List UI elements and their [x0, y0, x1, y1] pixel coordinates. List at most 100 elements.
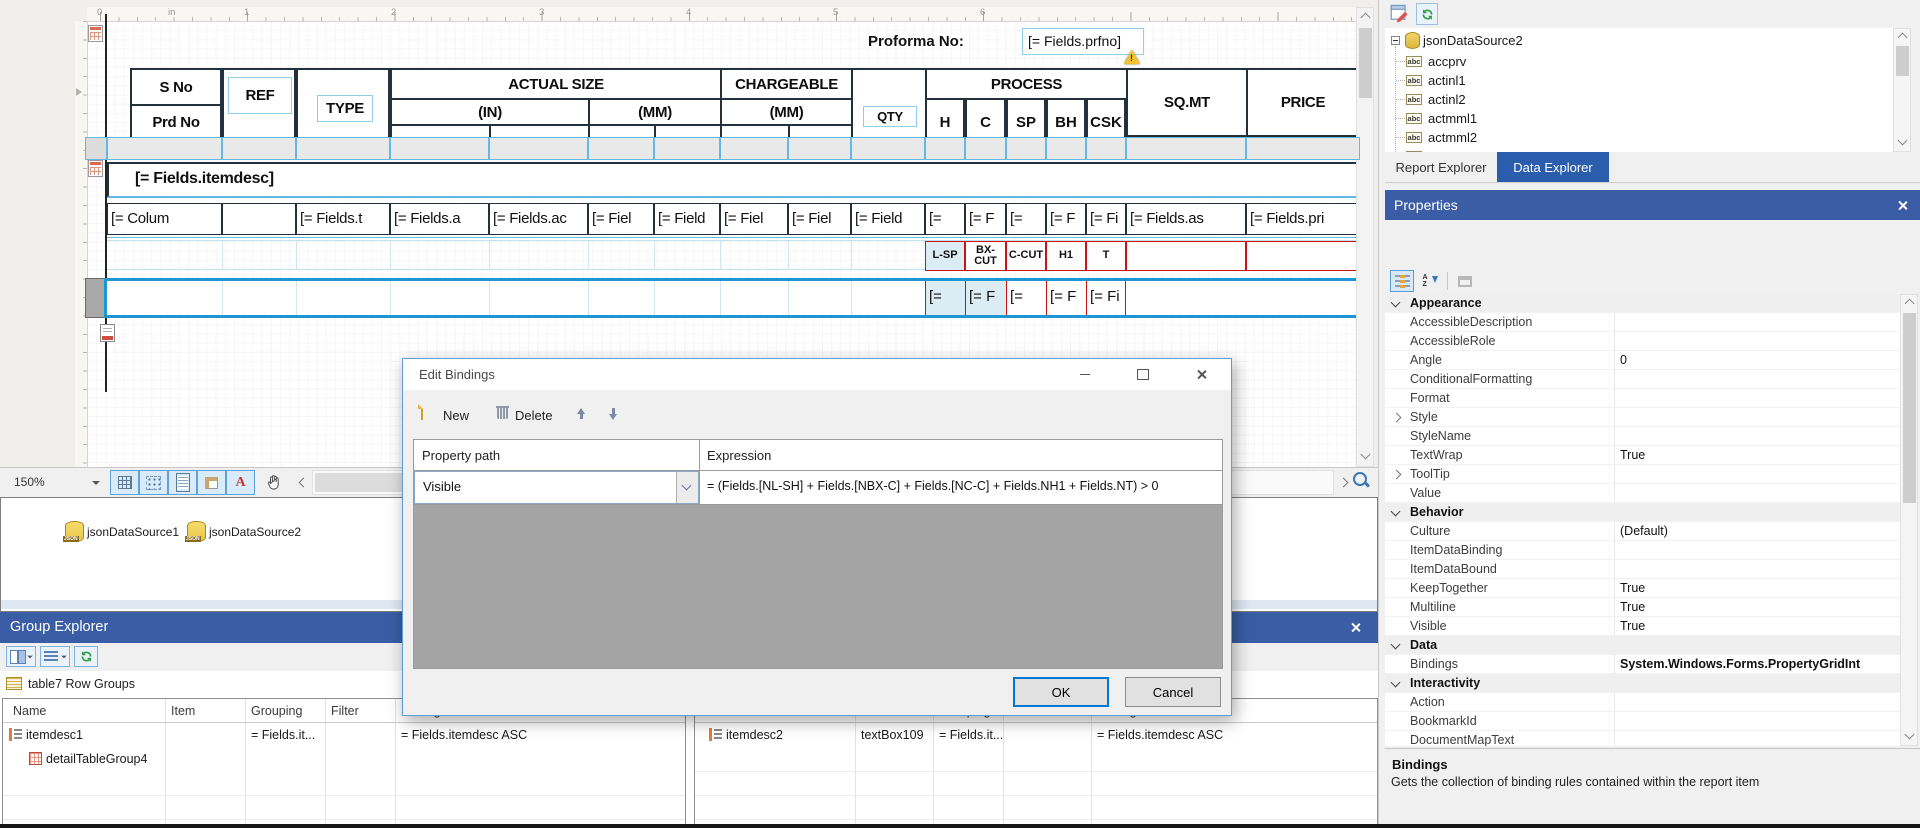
header-cell-chargeable-mm[interactable]: (MM) [720, 98, 853, 126]
process-tag-cell[interactable]: T [1086, 241, 1126, 271]
close-button[interactable] [1179, 359, 1223, 390]
property-row[interactable]: Value [1385, 484, 1900, 503]
qty-textbox[interactable]: QTY [863, 106, 917, 127]
new-button[interactable]: New [443, 408, 469, 423]
property-value[interactable]: True [1620, 446, 1898, 464]
band-cell[interactable] [489, 137, 588, 160]
property-value[interactable]: (Default) [1620, 522, 1898, 540]
zoom-level[interactable]: 150% [14, 475, 45, 489]
table-row[interactable]: itemdesc2textBox109= Fields.it...= Field… [695, 723, 1377, 747]
process-tag-cell[interactable]: H1 [1046, 241, 1086, 271]
property-row[interactable]: Culture(Default) [1385, 522, 1900, 541]
zoom-magnifier-icon[interactable] [1352, 470, 1370, 490]
minimize-button[interactable] [1063, 359, 1107, 390]
detail-cell[interactable]: [= Colum [107, 203, 222, 235]
band-cell[interactable] [788, 137, 851, 160]
scrollbar-thumb[interactable] [1903, 313, 1916, 503]
property-row[interactable]: Angle0 [1385, 351, 1900, 370]
band-cell[interactable] [222, 137, 296, 160]
datasource-item[interactable]: jsonDataSource1 [87, 525, 179, 539]
columns-view-button[interactable] [6, 646, 36, 667]
detail-cell[interactable]: [= Fields.as [1126, 203, 1246, 235]
detail-cell[interactable]: [= Fi [1086, 203, 1126, 235]
band-cell[interactable] [107, 137, 222, 160]
row-groups-table[interactable]: NameItemGroupingFilterSortingitemdesc1= … [2, 698, 686, 826]
detail-cell[interactable]: [= [1006, 203, 1046, 235]
band-cell[interactable] [851, 137, 925, 160]
header-cell-price[interactable]: PRICE [1246, 68, 1360, 137]
column-header-item[interactable]: Item [171, 699, 195, 723]
property-category-row[interactable]: Appearance [1385, 294, 1900, 313]
property-value[interactable]: True [1620, 617, 1898, 635]
warning-icon[interactable]: ! [1124, 50, 1140, 64]
tree-expander-icon[interactable] [1391, 36, 1400, 45]
alphabetical-button[interactable]: AZ [1418, 270, 1442, 292]
property-category-row[interactable]: Data [1385, 636, 1900, 655]
proforma-label[interactable]: Proforma No: [868, 33, 964, 50]
detail-cell[interactable]: [= F [1046, 203, 1086, 235]
process-tag-cell[interactable]: C-CUT [1006, 241, 1046, 271]
column-header-grouping[interactable]: Grouping [251, 699, 302, 723]
detail-cell[interactable]: [= Fiel [588, 203, 654, 235]
header-cell-sqmt[interactable]: SQ.MT [1126, 68, 1248, 137]
scrollbar-thumb[interactable] [1359, 28, 1372, 98]
chevron-right-icon[interactable] [1392, 413, 1402, 423]
selected-row-handle[interactable] [85, 278, 105, 318]
zoom-dropdown-icon[interactable] [92, 481, 100, 485]
pan-tool-button[interactable] [258, 470, 288, 495]
categorized-button[interactable] [1390, 270, 1414, 292]
property-value[interactable]: True [1620, 579, 1898, 597]
tab-report-explorer[interactable]: Report Explorer [1385, 152, 1497, 182]
chevron-down-icon[interactable] [1391, 507, 1401, 517]
property-row[interactable]: MultilineTrue [1385, 598, 1900, 617]
page-break-icon[interactable] [100, 324, 115, 342]
header-cell-actual-mm[interactable]: (MM) [588, 98, 722, 126]
grid-header-property[interactable]: Property path [422, 448, 500, 463]
selected-cell[interactable]: [= [925, 281, 965, 315]
band-cell[interactable] [1246, 137, 1360, 160]
property-row[interactable]: AccessibleRole [1385, 332, 1900, 351]
tree-scrollbar[interactable] [1893, 28, 1911, 152]
detail-cell[interactable]: [= [925, 203, 965, 235]
detail-cell[interactable]: [= Fields.a [390, 203, 489, 235]
band-cell[interactable] [1006, 137, 1046, 160]
property-grid[interactable]: AppearanceAccessibleDescriptionAccessibl… [1385, 294, 1900, 746]
header-cell-actual-in[interactable]: (IN) [390, 98, 590, 126]
delete-button[interactable]: Delete [515, 408, 553, 423]
property-row[interactable]: Style [1385, 408, 1900, 427]
property-row[interactable]: ItemDataBinding [1385, 541, 1900, 560]
property-row[interactable]: Format [1385, 389, 1900, 408]
detail-cell[interactable]: [= F [965, 203, 1006, 235]
grid-header-expression[interactable]: Expression [707, 448, 771, 463]
chevron-down-icon[interactable] [1391, 678, 1401, 688]
datasource-item[interactable]: jsonDataSource2 [209, 525, 301, 539]
ref-textbox[interactable]: REF [228, 77, 292, 114]
property-value[interactable]: System.Windows.Forms.PropertyGridInt [1620, 655, 1898, 673]
property-value[interactable]: 0 [1620, 351, 1898, 369]
chevron-down-icon[interactable] [1391, 298, 1401, 308]
table-band-row[interactable] [107, 137, 1360, 160]
row-handle[interactable] [85, 137, 107, 160]
toggle-ruler-button[interactable] [197, 470, 226, 495]
detail-cell[interactable]: [= Fields.t [296, 203, 390, 235]
dialog-titlebar[interactable]: Edit Bindings [403, 359, 1231, 390]
property-row[interactable]: AccessibleDescription [1385, 313, 1900, 332]
property-row[interactable]: Action [1385, 693, 1900, 712]
refresh-datasource-button[interactable] [1416, 3, 1438, 25]
tab-data-explorer[interactable]: Data Explorer [1497, 152, 1609, 182]
property-row[interactable]: DocumentMapText [1385, 731, 1900, 746]
cancel-button[interactable]: Cancel [1125, 677, 1221, 707]
process-tag-cell[interactable] [1126, 241, 1246, 271]
process-tag-cell[interactable] [1246, 241, 1360, 271]
band-cell[interactable] [1126, 137, 1246, 160]
toggle-grid-button[interactable] [110, 470, 139, 495]
detail-cell[interactable]: [= Field [654, 203, 720, 235]
maximize-button[interactable] [1121, 359, 1165, 390]
table-row[interactable]: detailTableGroup4 [3, 747, 685, 771]
header-cell-chargeable[interactable]: CHARGEABLE [720, 68, 853, 100]
toggle-page-button[interactable] [168, 470, 197, 495]
selected-cell[interactable]: [= F [965, 281, 1006, 315]
detail-cell[interactable] [222, 203, 296, 235]
detail-cell[interactable]: [= Fields.ac [489, 203, 588, 235]
header-cell-actual-size[interactable]: ACTUAL SIZE [390, 68, 722, 100]
